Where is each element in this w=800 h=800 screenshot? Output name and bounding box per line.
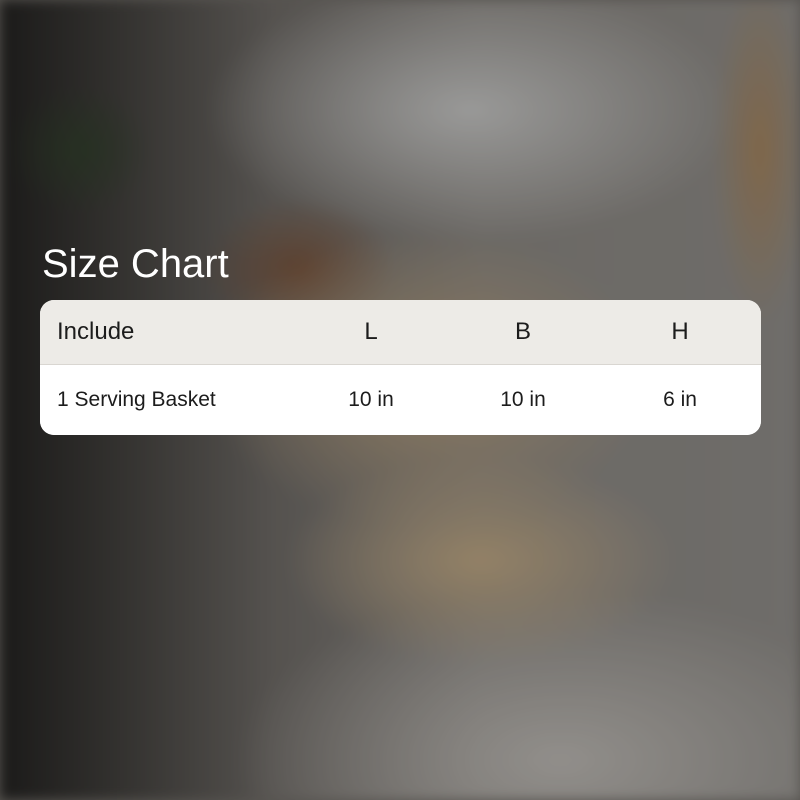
table-row: 1 Serving Basket 10 in 10 in 6 in [40, 365, 761, 435]
size-chart-section: Size Chart Include L B H 1 Serving Baske… [40, 240, 761, 435]
cell-item-name: 1 Serving Basket [57, 388, 216, 411]
cell-length: 10 in [348, 388, 394, 411]
cell-height: 6 in [663, 388, 697, 411]
header-breadth: B [514, 318, 531, 345]
header-length: L [364, 318, 378, 345]
header-height: H [671, 318, 689, 345]
table-header-row: Include L B H [40, 300, 761, 365]
header-include: Include [57, 318, 135, 345]
size-chart-title: Size Chart [42, 242, 229, 286]
cell-breadth: 10 in [500, 388, 546, 411]
size-chart-table: Include L B H 1 Serving Basket 10 in 10 … [40, 300, 761, 435]
